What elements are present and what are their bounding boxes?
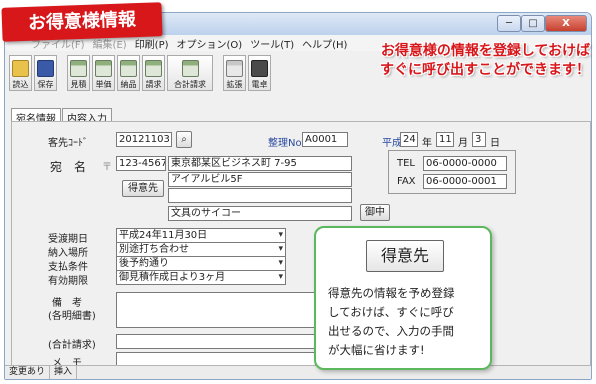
unit-price-label: 単価 [95, 80, 112, 89]
maximize-button[interactable]: □ [521, 15, 545, 32]
day-field[interactable]: 3 [472, 132, 486, 147]
year-field[interactable]: 24 [400, 132, 418, 147]
seiri-no-field[interactable]: A0001 [302, 132, 348, 147]
calculator-icon [251, 60, 268, 77]
promo-headline: お得意様の情報を登録しておけば すぐに呼び出すことができます！ [328, 42, 590, 80]
delivery-place-label: 納入場所 [48, 248, 88, 259]
load-button-label: 読込 [12, 80, 29, 89]
calculator-label: 電卓 [251, 80, 268, 89]
seiri-no-label: 整理No [268, 138, 302, 149]
delivery-label: 納品 [120, 80, 137, 89]
estimate-print-button[interactable]: 見積 [67, 55, 90, 91]
delivery-print-button[interactable]: 納品 [117, 55, 140, 91]
status-bar: 変更あり 挿入 [5, 365, 591, 379]
unit-price-print-button[interactable]: 単価 [92, 55, 115, 91]
floppy-disk-icon [37, 60, 54, 77]
honorific-button[interactable]: 御中 [360, 204, 390, 221]
toolbar: 読込 保存 見積 単価 納品 請求 合計請求 拡張 電卓 [9, 55, 271, 91]
extension-label: 拡張 [226, 80, 243, 89]
customer-callout: 得意先 得意先の情報を予め登録 しておけば、すぐに呼び 出せるので、入力の手間 … [314, 226, 492, 370]
total-invoice-notes-field[interactable] [116, 334, 316, 349]
open-folder-icon [12, 60, 29, 77]
calculator-button[interactable]: 電卓 [248, 55, 271, 91]
printer-icon [70, 60, 87, 77]
menu-options[interactable]: オプション(O) [177, 36, 243, 51]
callout-line4: が大幅に省けます! [328, 343, 425, 357]
notes-textarea[interactable] [116, 292, 316, 328]
delivery-date-select[interactable]: 平成24年11月30日 [116, 228, 286, 243]
extension-button[interactable]: 拡張 [223, 55, 246, 91]
payment-terms-label: 支払条件 [48, 262, 88, 273]
callout-line3: 出せるので、入力の手間 [328, 324, 455, 338]
postal-code-field[interactable]: 123-4567 [116, 156, 166, 171]
promo-headline-line1: お得意様の情報を登録しておけば [380, 43, 590, 59]
save-button[interactable]: 保存 [34, 55, 57, 91]
promo-headline-line2: すぐに呼び出すことができます！ [380, 62, 590, 78]
customer-code-label: 客先ｺｰﾄﾞ [48, 138, 88, 149]
tel-field[interactable]: 06-0000-0000 [423, 156, 507, 171]
tel-label: TEL [397, 158, 415, 169]
address-line2-field[interactable]: アイアルビル5F [168, 172, 352, 187]
validity-select[interactable]: 御見積作成日より3ヶ月 [116, 270, 286, 285]
close-button[interactable]: X [545, 15, 587, 32]
customer-button[interactable]: 得意先 [122, 180, 164, 197]
fax-field[interactable]: 06-0000-0001 [423, 174, 507, 189]
day-label: 日 [490, 138, 500, 149]
company-name-field[interactable]: 文具のサイコー [168, 206, 352, 221]
payment-terms-select[interactable]: 後予約通り [116, 256, 286, 271]
extension-icon [226, 60, 243, 77]
delivery-date-label: 受渡期日 [48, 234, 88, 245]
validity-label: 有効期限 [48, 276, 88, 287]
printer-icon [95, 60, 112, 77]
address-line3-field[interactable] [168, 188, 352, 203]
invoice-label: 請求 [145, 80, 162, 89]
notes-sub-label: (各明細書) [48, 311, 96, 322]
callout-text: 得意先の情報を予め登録 しておけば、すぐに呼び 出せるので、入力の手間 が大幅に… [328, 284, 486, 360]
callout-customer-button: 得意先 [366, 240, 444, 272]
load-button[interactable]: 読込 [9, 55, 32, 91]
toolbar-separator [59, 55, 65, 91]
month-field[interactable]: 11 [436, 132, 454, 147]
toolbar-separator [215, 55, 221, 91]
month-label: 月 [458, 138, 468, 149]
callout-line2: しておけば、すぐに呼び [328, 305, 454, 319]
printer-icon [145, 60, 162, 77]
form-panel: 客先ｺｰﾄﾞ 20121103 ⌕ 整理No A0001 平成 24 年 11 … [11, 121, 591, 375]
contact-box: TEL 06-0000-0000 FAX 06-0000-0001 [388, 150, 516, 194]
minimize-button[interactable]: ─ [497, 15, 521, 32]
menu-tools[interactable]: ツール(T) [250, 36, 294, 51]
address-line1-field[interactable]: 東京都某区ビジネス町 7-95 [168, 156, 352, 171]
printer-icon [120, 60, 137, 77]
recipient-label: 宛 名 [50, 160, 87, 174]
callout-line1: 得意先の情報を予め登録 [328, 286, 455, 300]
total-invoice-notes-label: (合計請求) [48, 340, 96, 351]
search-icon[interactable]: ⌕ [176, 131, 192, 148]
total-invoice-label: 合計請求 [174, 80, 206, 89]
status-insert: 挿入 [50, 366, 78, 379]
estimate-label: 見積 [70, 80, 87, 89]
invoice-print-button[interactable]: 請求 [142, 55, 165, 91]
printer-icon [181, 60, 199, 77]
menu-print[interactable]: 印刷(P) [135, 36, 169, 51]
customer-code-field[interactable]: 20121103 [116, 132, 172, 147]
year-label: 年 [422, 138, 432, 149]
page-title-ribbon: お得意様情報 [1, 2, 163, 42]
era-label: 平成 [382, 138, 402, 149]
status-modified: 変更あり [5, 366, 51, 379]
save-button-label: 保存 [37, 80, 54, 89]
delivery-place-select[interactable]: 別途打ち合わせ [116, 242, 286, 257]
total-invoice-print-button[interactable]: 合計請求 [167, 55, 213, 91]
fax-label: FAX [397, 176, 416, 187]
postal-mark: 〒 [102, 162, 112, 173]
